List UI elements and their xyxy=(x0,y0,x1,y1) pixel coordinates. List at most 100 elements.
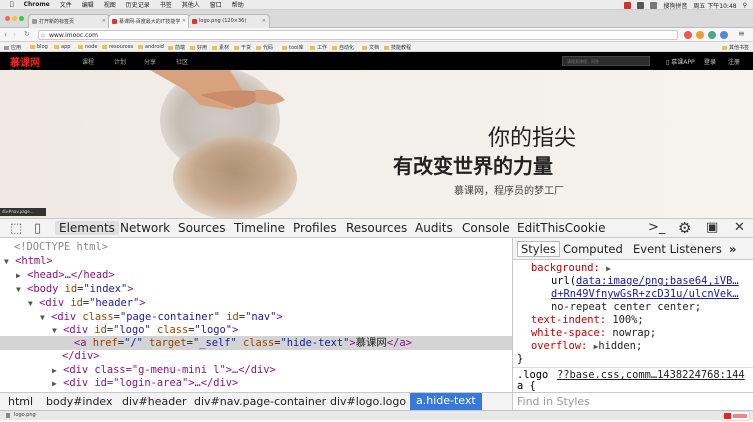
expand-triangle-icon[interactable]: ▼ xyxy=(40,313,45,322)
bookmark-item[interactable]: blog xyxy=(30,44,48,50)
expand-triangle-icon[interactable]: ▼ xyxy=(16,285,21,294)
minimize-window-button[interactable] xyxy=(12,16,17,21)
find-in-styles-input[interactable]: Find in Styles xyxy=(512,392,753,410)
menu-edit[interactable]: 编辑 xyxy=(82,0,94,9)
bookmark-item[interactable]: tool库 xyxy=(282,44,303,51)
bookmark-item[interactable]: resources xyxy=(102,44,133,50)
expand-triangle-icon[interactable]: ▼ xyxy=(52,326,57,335)
elements-dom-tree[interactable]: <!DOCTYPE html> ▼ <html> ▶ <head>…</head… xyxy=(0,238,512,392)
style-prop-background[interactable]: background: ▶ xyxy=(531,262,611,275)
crumb-logo[interactable]: div#logo.logo xyxy=(330,395,406,408)
clock[interactable]: 周五 下午10:48 xyxy=(693,1,736,10)
close-devtools-icon[interactable]: ✕ xyxy=(734,220,745,235)
bookmark-apps[interactable]: 应用 xyxy=(4,44,21,51)
tray-app-icon[interactable] xyxy=(637,1,645,9)
bookmark-item[interactable]: 前端 xyxy=(168,44,185,51)
crumb-anchor-selected[interactable]: a.hide-text xyxy=(410,393,482,410)
bookmark-item[interactable]: 文档 xyxy=(362,44,379,51)
extension-icon[interactable] xyxy=(696,31,704,39)
menu-file[interactable]: 文件 xyxy=(60,0,72,9)
tab-profiles[interactable]: Profiles xyxy=(293,221,337,235)
bookmark-item[interactable]: 代码 xyxy=(256,44,273,51)
console-drawer-icon[interactable]: >_ xyxy=(648,220,665,235)
crumb-body[interactable]: body#index xyxy=(46,395,113,408)
dom-node-html[interactable]: ▼ <html> xyxy=(4,255,53,268)
nav-courses[interactable]: 课程 xyxy=(82,57,94,66)
search-icon[interactable]: ⚲ xyxy=(743,2,747,9)
expand-triangle-icon[interactable]: ▼ xyxy=(28,299,33,308)
close-icon[interactable]: ✕ xyxy=(102,18,106,24)
bookmark-item[interactable]: 技能教程 xyxy=(384,44,411,51)
register-link[interactable]: 注册 xyxy=(728,57,740,66)
forward-icon[interactable]: › xyxy=(13,30,16,39)
bookmark-other[interactable]: 其他书签 xyxy=(722,44,749,51)
tab-computed[interactable]: Computed xyxy=(563,242,623,256)
menu-history[interactable]: 历史记录 xyxy=(126,0,150,9)
dom-doctype[interactable]: <!DOCTYPE html> xyxy=(14,241,108,254)
dom-node-anchor-selected[interactable]: <a href="/" target="_self" class="hide-t… xyxy=(74,337,412,350)
bookmark-item[interactable]: 素材 xyxy=(212,44,229,51)
nav-plans[interactable]: 计划 xyxy=(114,57,126,66)
dom-node-nav[interactable]: ▼ <div class="page-container" id="nav"> xyxy=(40,311,283,324)
crumb-header[interactable]: div#header xyxy=(122,395,187,408)
collapsed-triangle-icon[interactable]: ▶ xyxy=(52,366,57,375)
more-tabs-icon[interactable]: » xyxy=(729,242,736,256)
nav-share[interactable]: 分享 xyxy=(144,57,156,66)
wifi-icon[interactable] xyxy=(650,1,658,9)
style-bg-url-line2[interactable]: d+Rn49VfnywGsR+zcD31u/ulcnVek… xyxy=(551,288,739,301)
hero-banner[interactable]: 你的指尖 有改变世界的力量 慕课网，程序员的梦工厂 div#nav.page..… xyxy=(0,70,753,218)
dom-node-logo-close[interactable]: </div> xyxy=(62,350,100,363)
crumb-html[interactable]: html xyxy=(8,395,33,408)
menu-people[interactable]: 其他人 xyxy=(182,0,200,9)
login-link[interactable]: 登录 xyxy=(704,57,716,66)
tab-logo-png[interactable]: logo.png (120×36) ✕ xyxy=(188,14,270,28)
bookmark-item[interactable]: 自动化 xyxy=(332,44,354,51)
menu-help[interactable]: 帮助 xyxy=(232,0,244,9)
record-icon[interactable] xyxy=(624,1,632,9)
menu-view[interactable]: 视图 xyxy=(104,0,116,9)
tab-event-listeners[interactable]: Event Listeners xyxy=(633,242,722,256)
extension-icon[interactable] xyxy=(708,31,716,39)
style-prop-text-indent[interactable]: text-indent: 100%; xyxy=(531,314,644,327)
tab-console[interactable]: Console xyxy=(462,221,510,235)
dom-node-body[interactable]: ▼ <body id="index"> xyxy=(16,283,133,296)
data-uri-link[interactable]: data:image/png;base64,iVB… xyxy=(576,275,739,287)
source-link[interactable]: ??base.css,comm…1438224768:144 xyxy=(557,369,745,381)
tab-styles[interactable]: Styles xyxy=(517,241,560,257)
download-file-name[interactable]: logo.png xyxy=(14,412,36,418)
dock-side-icon[interactable]: ▣ xyxy=(706,220,718,235)
app-download-link[interactable]: ▯ 慕课APP xyxy=(666,57,695,66)
tab-new-tab[interactable]: 打开新的标签页 ✕ xyxy=(28,14,110,28)
dom-node-logo[interactable]: ▼ <div id="logo" class="logo"> xyxy=(52,324,238,337)
page-info-icon[interactable]: ▫ xyxy=(41,32,45,39)
dom-node-head[interactable]: ▶ <head>…</head> xyxy=(16,269,115,282)
close-icon[interactable]: ✕ xyxy=(262,18,266,24)
collapsed-triangle-icon[interactable]: ▶ xyxy=(16,271,21,280)
inspect-element-icon[interactable]: ⬚ xyxy=(10,221,22,236)
nav-community[interactable]: 社区 xyxy=(176,57,188,66)
menu-window[interactable]: 窗口 xyxy=(210,0,222,9)
close-window-button[interactable] xyxy=(5,16,10,21)
gear-icon[interactable]: ⚙ xyxy=(678,219,691,237)
menu-bookmarks[interactable]: 书签 xyxy=(160,0,172,9)
menu-icon[interactable]: ≡ xyxy=(738,29,745,38)
crumb-nav[interactable]: div#nav.page-container xyxy=(194,395,326,408)
tab-audits[interactable]: Audits xyxy=(415,221,453,235)
tab-network[interactable]: Network xyxy=(120,221,170,235)
bookmark-item[interactable]: android xyxy=(138,44,164,50)
site-search-input[interactable]: 请搜索课程、问答 xyxy=(562,56,650,66)
style-bg-url-line1[interactable]: url(data:image/png;base64,iVB… xyxy=(551,275,739,288)
data-uri-link[interactable]: d+Rn49VfnywGsR+zcD31u/ulcnVek… xyxy=(551,288,739,300)
menu-app-name[interactable]: Chrome xyxy=(24,1,50,8)
style-prop-overflow[interactable]: overflow: ▶hidden; xyxy=(531,340,642,353)
tab-resources[interactable]: Resources xyxy=(346,221,407,235)
bookmark-item[interactable]: 好用 xyxy=(190,44,207,51)
input-method-label[interactable]: 搜狗拼音 xyxy=(663,1,687,10)
device-mode-icon[interactable]: ▯ xyxy=(34,221,41,236)
tab-timeline[interactable]: Timeline xyxy=(234,221,285,235)
back-icon[interactable]: ‹ xyxy=(4,30,7,39)
rule-source-link[interactable]: ??base.css,comm…1438224768:144 xyxy=(557,369,745,382)
extension-icon[interactable] xyxy=(720,31,728,39)
dom-node-header[interactable]: ▼ <div id="header"> xyxy=(28,297,145,310)
bookmark-item[interactable]: 工作 xyxy=(310,44,327,51)
